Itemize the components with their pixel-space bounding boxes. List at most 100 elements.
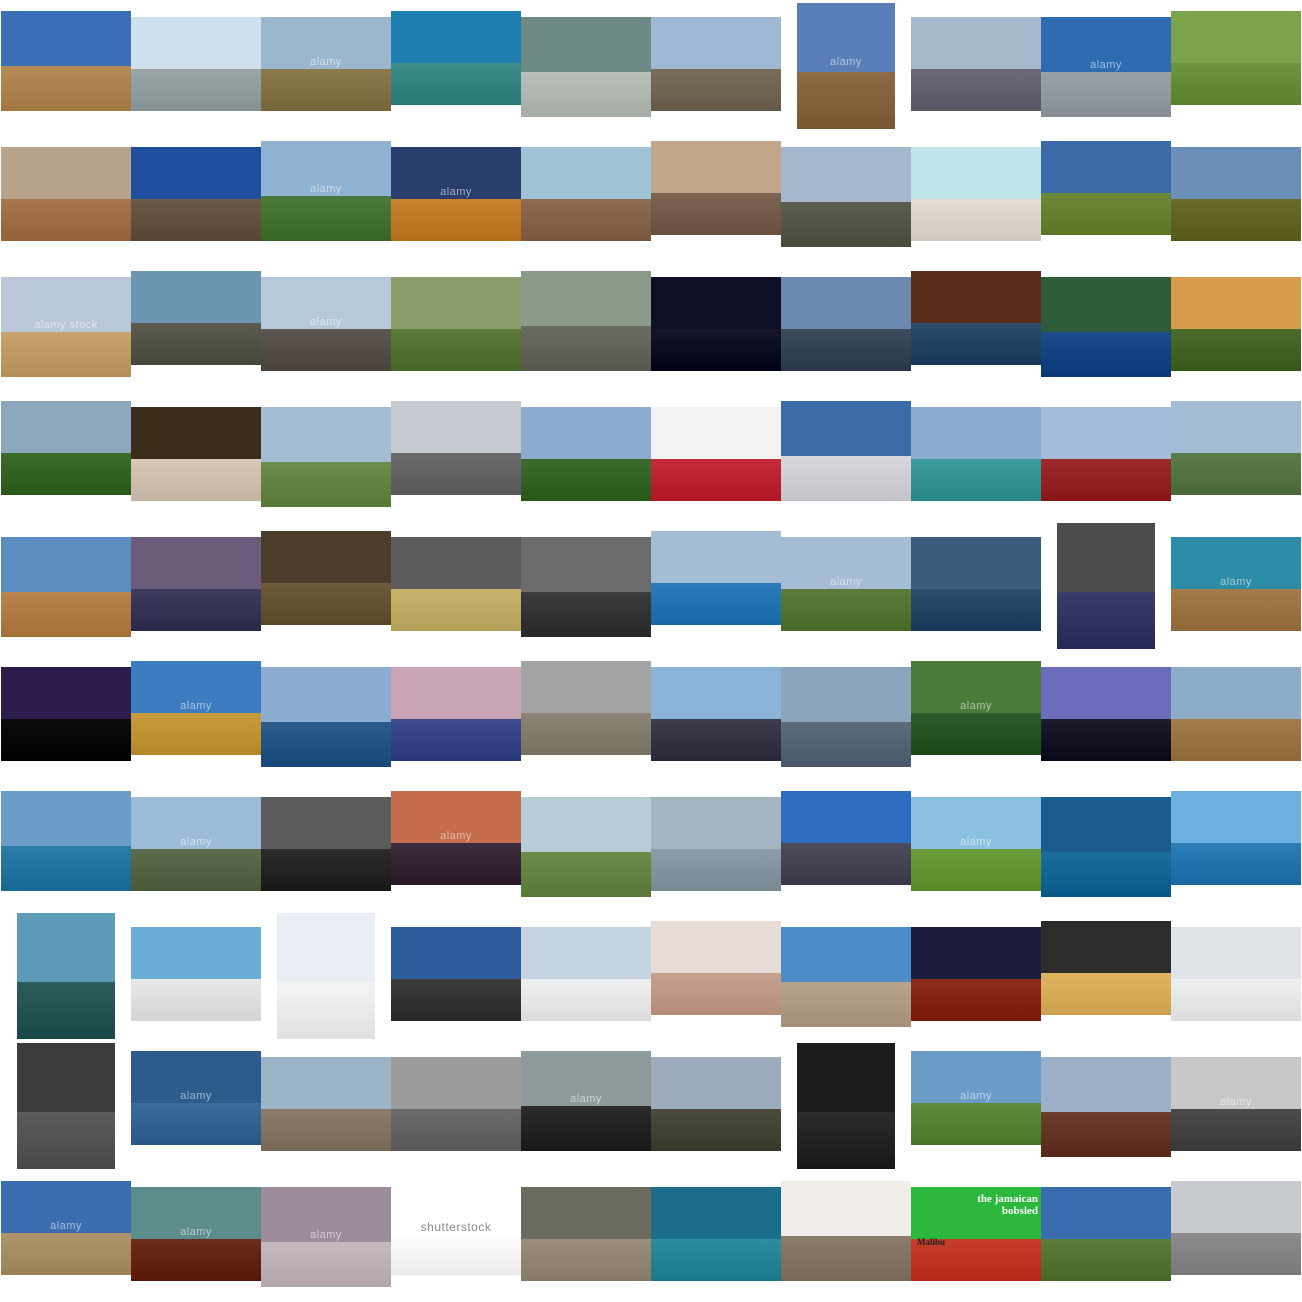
thumbnail-ranch-fence[interactable]	[261, 1041, 391, 1171]
thumbnail-church-bench[interactable]	[261, 521, 391, 651]
thumbnail-cloudy-sky[interactable]: alamy	[261, 1171, 391, 1301]
thumbnail-pier-bench[interactable]: alamy	[261, 261, 391, 391]
thumbnail-beach-fence[interactable]: alamy	[1, 1171, 131, 1301]
thumbnail-beach-pipe[interactable]: alamy stock	[1, 261, 131, 391]
thumbnail-white-bird[interactable]	[131, 391, 261, 521]
thumbnail-country-road[interactable]: alamy	[781, 521, 911, 651]
thumbnail-turquoise-sea[interactable]	[651, 1171, 781, 1301]
thumbnail-women-field[interactable]	[391, 261, 521, 391]
thumbnail-lake-boats[interactable]	[1, 781, 131, 911]
thumbnail-bcg-building[interactable]: alamy	[131, 1041, 261, 1171]
thumbnail-skyline[interactable]	[781, 651, 911, 781]
thumbnail-armadillo-field[interactable]: alamy	[261, 1, 391, 131]
thumbnail-autumn-hills[interactable]	[1171, 131, 1301, 261]
thumbnail-building-campus[interactable]: alamy	[1041, 1, 1171, 131]
thumbnail-city-view[interactable]	[651, 1, 781, 131]
thumbnail-cruise-ship[interactable]: alamy	[261, 131, 391, 261]
thumbnail-highway-bridge[interactable]	[391, 391, 521, 521]
thumbnail-deer-grass[interactable]	[1171, 1, 1301, 131]
thumbnail-river-city[interactable]	[911, 391, 1041, 521]
thumbnail-dusk-river[interactable]: alamy	[391, 781, 521, 911]
thumbnail-route-66-art[interactable]	[1, 521, 131, 651]
thumbnail-couple-map[interactable]	[651, 651, 781, 781]
thumbnail-apple-tart[interactable]	[1041, 911, 1171, 1041]
thumbnail-marsh-lake[interactable]	[261, 391, 391, 521]
thumbnail-old-barn[interactable]	[651, 1041, 781, 1171]
thumbnail-pool-villa[interactable]	[131, 911, 261, 1041]
thumbnail-river-bridge[interactable]	[781, 131, 911, 261]
thumbnail-blue-flowers[interactable]	[1041, 521, 1171, 651]
thumbnail-calm-lake[interactable]	[521, 521, 651, 651]
thumbnail-golf-coast[interactable]: alamy	[911, 1041, 1041, 1171]
thumbnail-beach-rocks[interactable]	[1, 1, 131, 131]
thumbnail-rock-cliff-beach[interactable]	[521, 1171, 651, 1301]
thumbnail-meadow-fence[interactable]: alamy	[911, 781, 1041, 911]
thumbnail-island-sea[interactable]	[131, 1, 261, 131]
thumbnail-celebrity-black-dress[interactable]	[781, 1041, 911, 1171]
thumbnail-classic-car-street[interactable]: alamy	[1171, 1041, 1301, 1171]
thumbnail-aerial-coast[interactable]	[1, 911, 131, 1041]
thumbnail-ski-slope[interactable]	[521, 911, 651, 1041]
thumbnail-sea-turtle[interactable]	[651, 781, 781, 911]
thumbnail-dense-city[interactable]	[521, 651, 651, 781]
thumbnail-canal-houses[interactable]	[781, 261, 911, 391]
thumbnail-rocky-shore[interactable]	[521, 131, 651, 261]
thumbnail-green-houses[interactable]	[131, 131, 261, 261]
thumbnail-harbor-houses[interactable]	[261, 651, 391, 781]
thumbnail-seaside-railing[interactable]	[1171, 781, 1301, 911]
thumbnail-coral-reef[interactable]	[391, 1, 521, 131]
thumbnail-crowded-beach[interactable]	[911, 1, 1041, 131]
thumbnail-salt-flats[interactable]	[391, 651, 521, 781]
thumbnail-lightning-storm[interactable]	[1, 651, 131, 781]
thumbnail-cliff-forest[interactable]	[1171, 391, 1301, 521]
thumbnail-rock-arch[interactable]	[521, 1, 651, 131]
thumbnail-baobab-tree[interactable]	[1041, 651, 1171, 781]
thumbnail-bath-faucet[interactable]	[1171, 911, 1301, 1041]
thumbnail-leather-sofa[interactable]: alamy	[131, 1171, 261, 1301]
thumbnail-mossy-rock[interactable]	[391, 521, 521, 651]
thumbnail-woman-child[interactable]	[1, 1041, 131, 1171]
thumbnail-coastal-rocks[interactable]	[131, 261, 261, 391]
thumbnail-desert-canyon[interactable]	[1, 131, 131, 261]
thumbnail-stage-dancers[interactable]	[911, 911, 1041, 1041]
thumbnail-horse-carriage[interactable]	[651, 131, 781, 261]
thumbnail-tattoo-arm[interactable]	[651, 911, 781, 1041]
thumbnail-dark-hill[interactable]: alamy	[521, 1041, 651, 1171]
thumbnail-leaf-branch[interactable]	[261, 911, 391, 1041]
thumbnail-bicycle-pavement[interactable]	[1171, 1171, 1301, 1301]
thumbnail-concert-crowd[interactable]	[1041, 1041, 1171, 1171]
thumbnail-night-lamp[interactable]	[651, 261, 781, 391]
thumbnail-poppy-field[interactable]	[1041, 391, 1171, 521]
thumbnail-cloudy-lake[interactable]	[911, 521, 1041, 651]
thumbnail-mountain-shadow[interactable]	[391, 911, 521, 1041]
thumbnail-beach-ocean[interactable]	[781, 911, 911, 1041]
thumbnail-lake-sunset[interactable]	[131, 521, 261, 651]
thumbnail-ocean-rock[interactable]: alamy	[1171, 521, 1301, 651]
thumbnail-old-town-cathedral[interactable]: alamy	[781, 1, 911, 131]
thumbnail-canoe-forest[interactable]	[1041, 261, 1171, 391]
thumbnail-malibu-drink[interactable]: the jamaican bobsled Malibu	[911, 1171, 1041, 1301]
thumbnail-forest-villa[interactable]	[521, 391, 651, 521]
thumbnail-fashion-collage[interactable]	[651, 391, 781, 521]
thumbnail-vacation-sand[interactable]	[911, 131, 1041, 261]
thumbnail-dry-landscape[interactable]	[1171, 651, 1301, 781]
thumbnail-plane-sunset[interactable]: alamy	[391, 131, 521, 261]
thumbnail-birds-perch[interactable]	[521, 261, 651, 391]
thumbnail-boats-fence[interactable]	[651, 521, 781, 651]
thumbnail-green-valley[interactable]	[1, 391, 131, 521]
thumbnail-autumn-house[interactable]	[1041, 131, 1171, 261]
thumbnail-bedroom[interactable]	[781, 1171, 911, 1301]
thumbnail-kayak-water[interactable]	[1041, 781, 1171, 911]
thumbnail-snowman-slide[interactable]: shutterstock	[391, 1171, 521, 1301]
thumbnail-wildflower-sunset[interactable]	[1171, 261, 1301, 391]
thumbnail-vintage-car-road[interactable]: alamy	[131, 781, 261, 911]
thumbnail-waterfall-lights[interactable]	[911, 261, 1041, 391]
thumbnail-foggy-trees[interactable]	[391, 1041, 521, 1171]
thumbnail-plane-wing[interactable]: alamy	[131, 651, 261, 781]
thumbnail-mayan-pyramid[interactable]	[1041, 1171, 1171, 1301]
thumbnail-scrap-pile[interactable]	[781, 781, 911, 911]
thumbnail-railway-bw[interactable]	[261, 781, 391, 911]
thumbnail-forest-hills[interactable]: alamy	[911, 651, 1041, 781]
thumbnail-wedding-couple[interactable]	[781, 391, 911, 521]
thumbnail-garden-castle[interactable]	[521, 781, 651, 911]
